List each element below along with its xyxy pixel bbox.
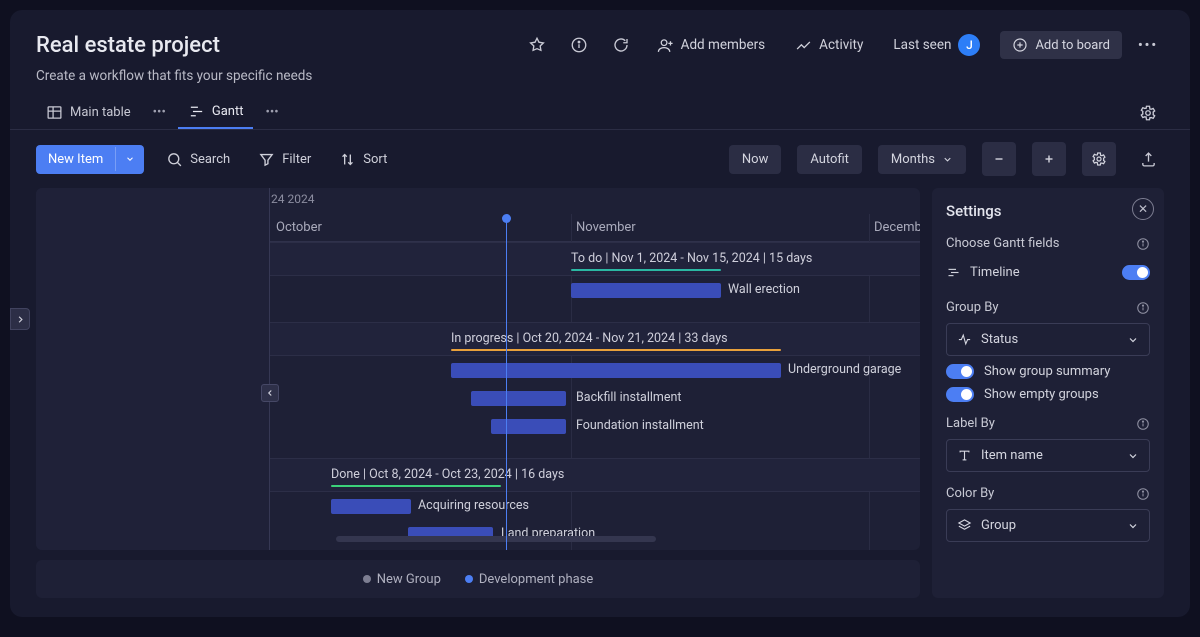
label-by-value: Item name: [981, 448, 1043, 463]
sort-label: Sort: [363, 152, 387, 167]
show-group-summary-toggle[interactable]: [946, 364, 974, 379]
timeline-toggle[interactable]: [1122, 265, 1150, 280]
gantt-chart[interactable]: 24 2024 October November December T: [36, 188, 920, 550]
subtitle: Create a workflow that fits your specifi…: [10, 62, 1190, 84]
now-label: Now: [742, 152, 768, 167]
new-item-button[interactable]: New Item: [36, 145, 144, 174]
zoom-months-select[interactable]: Months: [878, 145, 966, 174]
color-by-select[interactable]: Group: [946, 509, 1150, 542]
tab-main-table-more-icon[interactable]: •••: [147, 105, 172, 120]
month-october: October: [276, 220, 322, 235]
zoom-months-label: Months: [891, 152, 935, 167]
last-seen-button[interactable]: Last seen J: [883, 28, 990, 62]
zoom-in-button[interactable]: [1032, 142, 1066, 176]
gantt-settings-icon[interactable]: [1082, 142, 1116, 176]
chevron-down-icon: [1127, 520, 1139, 532]
view-settings-icon[interactable]: [1132, 97, 1164, 129]
info-icon[interactable]: [563, 29, 595, 61]
tab-main-table-label: Main table: [70, 105, 131, 120]
autofit-button[interactable]: Autofit: [797, 145, 862, 174]
legend-new-group: New Group: [377, 572, 441, 587]
zoom-out-button[interactable]: [982, 142, 1016, 176]
info-icon[interactable]: [1136, 301, 1150, 315]
timeline-label: Timeline: [970, 265, 1020, 280]
activity-button[interactable]: Activity: [785, 31, 873, 60]
show-group-summary-label: Show group summary: [984, 364, 1110, 379]
color-by-label: Color By: [946, 486, 994, 501]
add-to-board-label: Add to board: [1035, 38, 1110, 53]
avatar: J: [958, 34, 980, 56]
export-icon[interactable]: [1132, 143, 1164, 175]
label-by-label: Label By: [946, 416, 995, 431]
legend-dev-phase: Development phase: [479, 572, 593, 587]
gantt-bar-label: Acquiring resources: [418, 498, 529, 513]
chevron-down-icon: [1127, 450, 1139, 462]
gantt-bar-label: Wall erection: [728, 282, 800, 297]
close-icon[interactable]: ✕: [1132, 198, 1154, 220]
label-by-select[interactable]: Item name: [946, 439, 1150, 472]
show-empty-groups-toggle[interactable]: [946, 387, 974, 402]
timeline-icon: [946, 265, 961, 280]
refresh-icon[interactable]: [605, 29, 637, 61]
star-icon[interactable]: [521, 29, 553, 61]
tab-gantt-label: Gantt: [212, 104, 244, 119]
choose-fields-label: Choose Gantt fields: [946, 236, 1059, 251]
activity-label: Activity: [819, 37, 863, 53]
group-by-select[interactable]: Status: [946, 323, 1150, 356]
gantt-bar-label: Backfill installment: [576, 390, 682, 405]
group-summary: To do | Nov 1, 2024 - Nov 15, 2024 | 15 …: [571, 251, 721, 269]
expand-sidebar-icon[interactable]: [10, 308, 30, 330]
info-icon[interactable]: [1136, 417, 1150, 431]
sort-button[interactable]: Sort: [333, 145, 393, 174]
gantt-bar[interactable]: [491, 419, 566, 434]
page-title: Real estate project: [36, 33, 220, 58]
autofit-label: Autofit: [810, 152, 849, 167]
gantt-bar-label: Foundation installment: [576, 418, 704, 433]
tab-gantt[interactable]: Gantt: [178, 96, 254, 129]
gantt-bar[interactable]: [471, 391, 566, 406]
group-summary: In progress | Oct 20, 2024 - Nov 21, 202…: [451, 331, 781, 349]
search-button[interactable]: Search: [160, 145, 236, 174]
filter-label: Filter: [282, 152, 311, 167]
settings-title: Settings: [946, 202, 1150, 220]
last-seen-label: Last seen: [893, 37, 951, 53]
show-empty-groups-label: Show empty groups: [984, 387, 1099, 402]
settings-panel: Settings ✕ Choose Gantt fields Timeline …: [932, 188, 1164, 598]
collapse-left-icon[interactable]: [261, 384, 279, 402]
more-icon[interactable]: •••: [1132, 29, 1164, 61]
gantt-bar[interactable]: [331, 499, 411, 514]
chevron-down-icon: [1127, 334, 1139, 346]
search-label: Search: [190, 152, 230, 167]
layers-icon: [957, 518, 972, 533]
gantt-bar-label: Underground garage: [788, 362, 901, 377]
chevron-down-icon[interactable]: [115, 147, 144, 171]
color-by-value: Group: [981, 518, 1016, 533]
text-icon: [957, 448, 972, 463]
group-summary: Done | Oct 8, 2024 - Oct 23, 2024 | 16 d…: [331, 467, 501, 485]
gantt-bar[interactable]: [451, 363, 781, 378]
month-november: November: [576, 220, 636, 235]
tab-gantt-more-icon[interactable]: •••: [259, 105, 284, 120]
add-members-button[interactable]: Add members: [647, 31, 776, 60]
gantt-bar[interactable]: [571, 283, 721, 298]
info-icon[interactable]: [1136, 237, 1150, 251]
filter-button[interactable]: Filter: [252, 145, 317, 174]
legend: New Group Development phase: [36, 560, 920, 598]
horizontal-scrollbar[interactable]: [336, 536, 656, 542]
year-label: 24 2024: [271, 192, 314, 206]
group-by-value: Status: [981, 332, 1018, 347]
now-button[interactable]: Now: [729, 145, 781, 174]
add-members-label: Add members: [681, 37, 766, 53]
today-marker: [502, 214, 511, 223]
tab-main-table[interactable]: Main table: [36, 97, 141, 128]
pulse-icon: [957, 332, 972, 347]
info-icon[interactable]: [1136, 487, 1150, 501]
month-december: December: [874, 220, 920, 235]
add-to-board-button[interactable]: Add to board: [1000, 31, 1122, 59]
new-item-label: New Item: [36, 145, 115, 174]
group-by-label: Group By: [946, 300, 999, 315]
